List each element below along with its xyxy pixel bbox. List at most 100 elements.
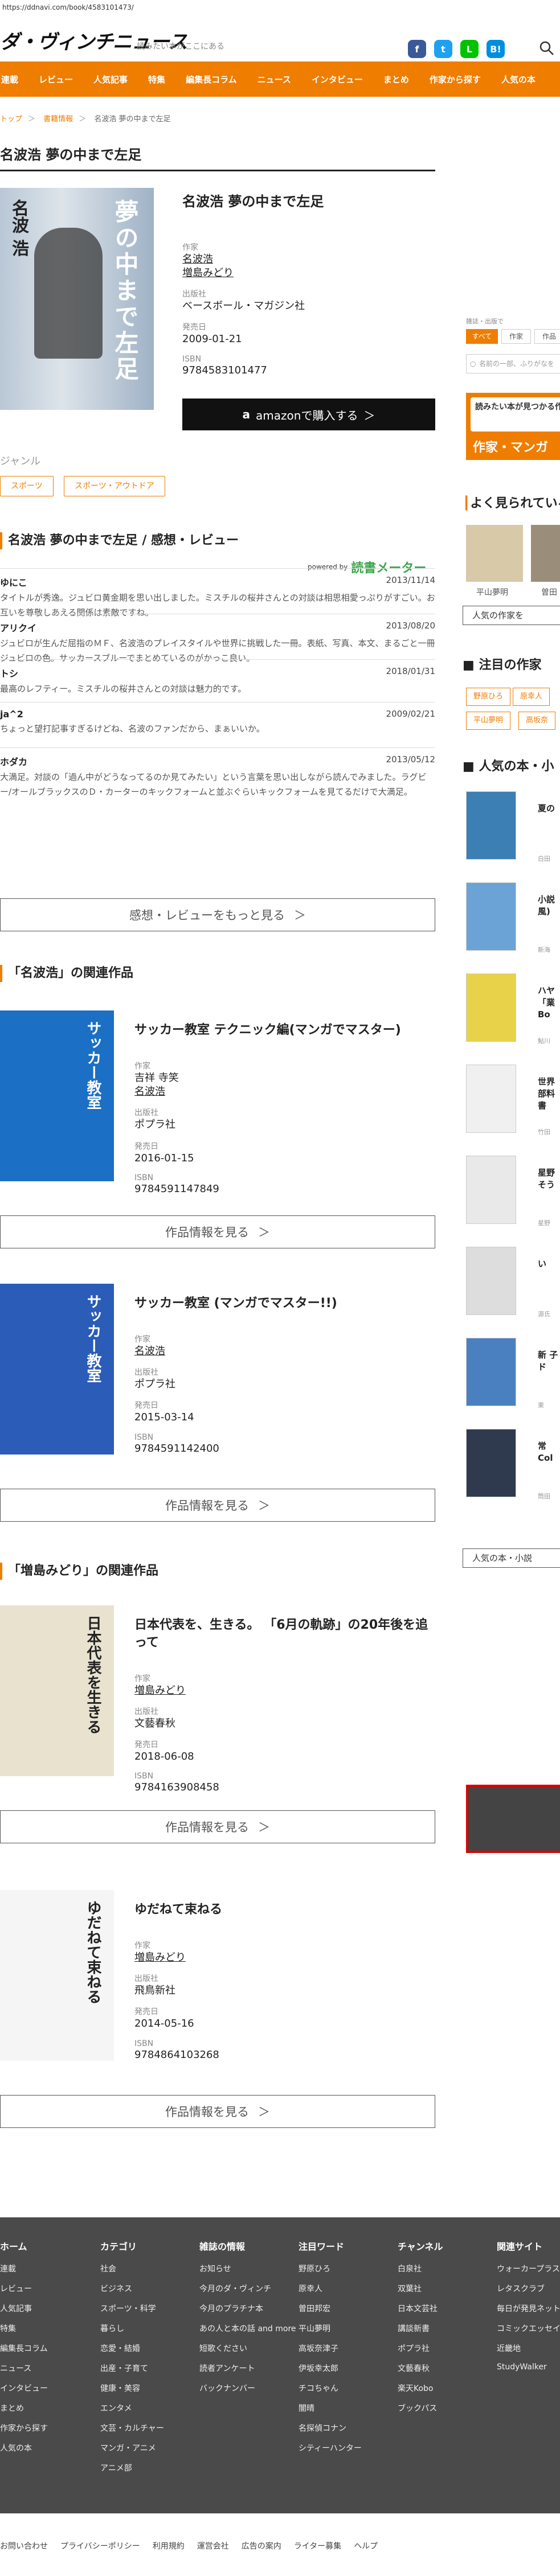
related-book-cover[interactable]: ゆだねて束ねる — [0, 1890, 114, 2061]
related-book-title[interactable]: 日本代表を、生きる。 「6月の軌跡」の20年後を追って — [134, 1617, 435, 1652]
footer-link[interactable]: 名探偵コナン — [299, 2422, 362, 2434]
author-link[interactable]: 名波浩 — [134, 1345, 435, 1358]
footer-bottom-link[interactable]: プライバシーポリシー — [60, 2540, 140, 2552]
breadcrumb-books[interactable]: 書籍情報 — [43, 115, 73, 124]
related-book-title[interactable]: サッカー教室 テクニック編(マンガでマスター) — [134, 1022, 435, 1040]
nav-item[interactable]: ニュース — [257, 73, 301, 85]
footer-link[interactable]: 読者アンケート — [199, 2363, 296, 2374]
footer-link[interactable]: まとめ — [0, 2402, 48, 2414]
line-icon[interactable]: L — [460, 40, 479, 58]
footer-link[interactable]: シティーハンター — [299, 2442, 362, 2454]
author-link[interactable]: 名波浩 — [182, 253, 435, 266]
footer-link[interactable]: あの人と本の話 and more — [199, 2323, 296, 2334]
popular-books-button[interactable]: 人気の本・小説 — [463, 1548, 560, 1568]
featured-author-tag[interactable]: 平山夢明 — [466, 712, 511, 730]
footer-link[interactable]: 原幸人 — [299, 2283, 362, 2294]
author-name[interactable]: 曽田 — [541, 586, 557, 598]
featured-author-tag[interactable]: 野原ひろ — [466, 688, 511, 706]
genre-tag[interactable]: スポーツ — [0, 476, 54, 496]
more-reviews-button[interactable]: 感想・レビューをもっと見る ＞ — [0, 898, 435, 931]
related-book-title[interactable]: ゆだねて束ねる — [134, 1901, 435, 1919]
footer-link[interactable]: 文藝春秋 — [398, 2363, 443, 2374]
nav-item[interactable]: インタビュー — [312, 73, 373, 85]
footer-link[interactable]: StudyWalker — [497, 2363, 560, 2372]
popular-book-cover[interactable] — [466, 1429, 516, 1497]
author-link[interactable]: 増島みどり — [134, 1684, 435, 1698]
review-user[interactable]: アリクイ — [0, 621, 435, 634]
footer-link[interactable]: 近畿地 — [497, 2343, 560, 2354]
search-tab-author[interactable]: 作家 — [501, 329, 531, 344]
footer-bottom-link[interactable]: ライター募集 — [294, 2540, 341, 2552]
footer-bottom-link[interactable]: 広告の案内 — [242, 2540, 281, 2552]
footer-link[interactable]: ブックパス — [398, 2402, 443, 2414]
footer-link[interactable]: 特集 — [0, 2323, 48, 2334]
footer-link[interactable]: 日本文芸社 — [398, 2303, 443, 2314]
popular-book-cover[interactable] — [466, 1338, 516, 1406]
author-avatar[interactable] — [466, 525, 523, 582]
footer-link[interactable]: 曽田邦宏 — [299, 2303, 362, 2314]
popular-book-cover[interactable] — [466, 973, 516, 1042]
author-link[interactable]: 増島みどり — [134, 1951, 435, 1965]
footer-link[interactable]: 双葉社 — [398, 2283, 443, 2294]
footer-link[interactable]: 編集長コラム — [0, 2343, 48, 2354]
review-user[interactable]: ゆにこ — [0, 575, 435, 589]
footer-link[interactable]: 出産・子育て — [100, 2363, 164, 2374]
related-book-cover[interactable]: サッカー教室 — [0, 1284, 114, 1455]
footer-link[interactable]: 伊坂幸太郎 — [299, 2363, 362, 2374]
footer-link[interactable]: 人気の本 — [0, 2442, 48, 2454]
footer-link[interactable]: レタスクラブ — [497, 2283, 560, 2294]
author-link[interactable]: 吉祥 寺笑 — [134, 1071, 435, 1085]
amazon-buy-button[interactable]: a amazonで購入する ＞ — [182, 398, 435, 430]
footer-link[interactable]: 今月のダ・ヴィンチ — [199, 2283, 296, 2294]
popular-authors-button[interactable]: 人気の作家を — [463, 606, 560, 625]
footer-link[interactable]: 社会 — [100, 2263, 164, 2274]
author-link[interactable]: 名波浩 — [134, 1085, 435, 1099]
footer-link[interactable]: お知らせ — [199, 2263, 296, 2274]
popular-book-cover[interactable] — [466, 1247, 516, 1315]
popular-book-title[interactable]: 夏の — [538, 803, 560, 815]
work-info-button[interactable]: 作品情報を見る ＞ — [0, 1215, 435, 1248]
work-info-button[interactable]: 作品情報を見る ＞ — [0, 1810, 435, 1843]
popular-book-title[interactable]: 世界 部料 書 — [538, 1076, 560, 1112]
popular-book-cover[interactable] — [466, 1065, 516, 1133]
footer-bottom-link[interactable]: 利用規約 — [153, 2540, 185, 2552]
search-tab-all[interactable]: すべて — [466, 329, 498, 344]
popular-book-cover[interactable] — [466, 791, 516, 860]
popular-book-title[interactable]: 新 子 ド — [538, 1349, 560, 1373]
nav-item[interactable]: 特集 — [148, 73, 175, 85]
review-user[interactable]: トシ — [0, 666, 435, 680]
footer-link[interactable]: 毎日が発見ネット — [497, 2303, 560, 2314]
nav-item[interactable]: 連載 — [1, 73, 28, 85]
sidebar-ad[interactable] — [466, 1785, 560, 1853]
footer-link[interactable]: 白泉社 — [398, 2263, 443, 2274]
popular-book-title[interactable]: 常 Col — [538, 1440, 560, 1464]
footer-link[interactable]: 高坂奈津子 — [299, 2343, 362, 2354]
footer-link[interactable]: エンタメ — [100, 2402, 164, 2414]
nav-item[interactable]: 編集長コラム — [186, 73, 247, 85]
search-icon[interactable] — [538, 40, 555, 57]
nav-item[interactable]: レビュー — [39, 73, 83, 85]
footer-link[interactable]: 平山夢明 — [299, 2323, 362, 2334]
search-tab-work[interactable]: 作品 — [534, 329, 560, 344]
nav-item[interactable]: 人気の本 — [501, 73, 546, 85]
footer-bottom-link[interactable]: 運営会社 — [197, 2540, 229, 2552]
footer-link[interactable]: 人気記事 — [0, 2303, 48, 2314]
author-name[interactable]: 平山夢明 — [476, 586, 508, 598]
popular-book-title[interactable]: 星野 そう — [538, 1167, 560, 1191]
popular-book-title[interactable]: 小説 風) — [538, 894, 560, 918]
hatena-icon[interactable]: B! — [487, 40, 505, 58]
related-book-cover[interactable]: 日本代表を生きる — [0, 1605, 114, 1776]
footer-bottom-link[interactable]: ヘルプ — [354, 2540, 378, 2552]
footer-link[interactable]: バックナンバー — [199, 2382, 296, 2394]
footer-link[interactable]: 連載 — [0, 2263, 48, 2274]
footer-link[interactable]: 恋愛・結婚 — [100, 2343, 164, 2354]
author-avatar[interactable] — [531, 525, 560, 582]
bookmeter-logo[interactable]: 読書メーター — [351, 558, 426, 576]
popular-book-title[interactable]: ハヤ「業Bo — [538, 985, 560, 1021]
twitter-icon[interactable]: t — [434, 40, 452, 58]
footer-link[interactable]: ポプラ社 — [398, 2343, 443, 2354]
review-user[interactable]: ja^2 — [0, 709, 435, 720]
featured-author-tag[interactable]: 高坂奈 — [518, 712, 556, 730]
work-info-button[interactable]: 作品情報を見る ＞ — [0, 1489, 435, 1522]
footer-link[interactable]: ウォーカープラス — [497, 2263, 560, 2274]
